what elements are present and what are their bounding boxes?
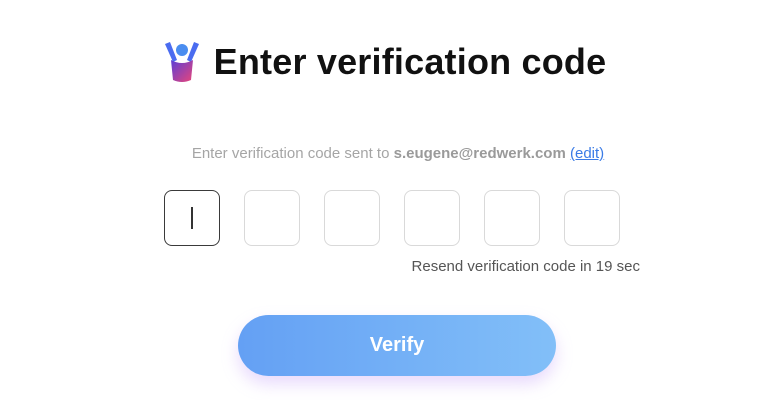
code-digit-4[interactable]: [404, 190, 460, 246]
page-title: Enter verification code: [213, 41, 607, 82]
text-caret: [191, 207, 193, 229]
code-input-row: [164, 190, 620, 246]
edit-email-link[interactable]: (edit): [570, 145, 604, 162]
instruction-prefix: Enter verification code sent to: [191, 145, 394, 162]
code-digit-6[interactable]: [564, 190, 620, 246]
instruction-text: Enter verification code sent to s.eugene…: [0, 145, 768, 162]
code-digit-2[interactable]: [244, 190, 300, 246]
code-digit-5[interactable]: [484, 190, 540, 246]
verification-page: Enter verification code Enter verificati…: [0, 0, 768, 400]
person-raising-hands-logo-icon: [164, 42, 199, 82]
verify-button[interactable]: Verify: [238, 315, 556, 376]
email-address: s.eugene@redwerk.com: [393, 145, 566, 162]
title-row: Enter verification code: [0, 36, 768, 88]
resend-countdown: Resend verification code in 19 sec: [411, 258, 640, 275]
code-digit-3[interactable]: [324, 190, 380, 246]
code-digit-1[interactable]: [164, 190, 220, 246]
